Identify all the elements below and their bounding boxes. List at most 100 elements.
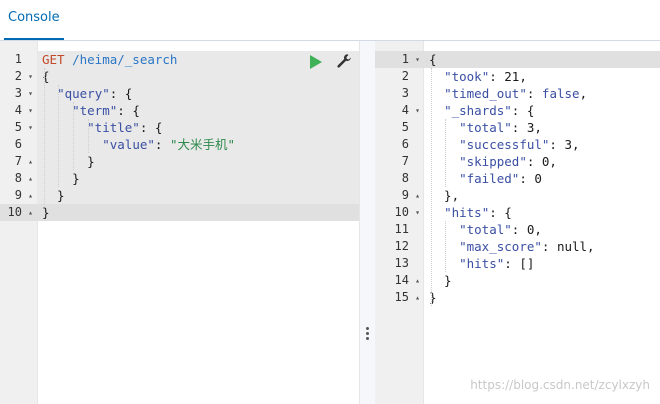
line-number: 11 xyxy=(394,222,409,236)
line-number: 15 xyxy=(394,290,409,304)
fold-toggle-icon[interactable]: ▴ xyxy=(413,187,422,204)
fold-toggle-icon[interactable]: ▴ xyxy=(26,187,35,204)
fold-toggle-icon[interactable]: ▾ xyxy=(26,85,35,102)
code-token: : 0 xyxy=(519,171,542,186)
code-token: : 3, xyxy=(511,120,542,135)
line-number: 1 xyxy=(401,52,409,66)
code-token: } xyxy=(42,171,80,186)
line-number: 6 xyxy=(401,137,409,151)
line-number: 9 xyxy=(14,188,22,202)
line-number: 3 xyxy=(14,86,22,100)
code-token: "query" xyxy=(57,86,110,101)
fold-toggle-icon[interactable]: ▾ xyxy=(26,68,35,85)
fold-toggle-icon[interactable]: ▾ xyxy=(413,51,422,68)
code-text: "query": { xyxy=(42,85,132,102)
code-token: : 0, xyxy=(511,222,542,237)
fold-toggle-icon[interactable]: ▴ xyxy=(413,289,422,306)
code-token: "term" xyxy=(72,103,118,118)
code-token: : { xyxy=(117,103,140,118)
response-code: 1 ▾{2 "took": 21, 3 "timed_out": false, 4 ▾ … xyxy=(375,51,660,306)
play-icon[interactable] xyxy=(310,55,322,69)
code-token: : xyxy=(154,137,170,152)
code-text: } xyxy=(42,204,50,221)
code-token: "_shards" xyxy=(444,103,512,118)
code-text: "skipped": 0, xyxy=(429,153,557,170)
response-viewer[interactable]: 1 ▾{2 "took": 21, 3 "timed_out": false, 4 ▾ … xyxy=(375,41,660,404)
code-text: "took": 21, xyxy=(429,68,527,85)
code-token: "大米手机" xyxy=(169,137,236,152)
line-number: 4 xyxy=(401,103,409,117)
console-header: Console xyxy=(0,0,660,41)
code-token: } xyxy=(42,154,95,169)
code-text: } xyxy=(42,170,80,187)
code-text: "successful": 3, xyxy=(429,136,580,153)
code-line: 1 ▾ { xyxy=(375,51,660,68)
line-number: 3 xyxy=(401,86,409,100)
code-line: 6 "value": "大米手机" xyxy=(0,136,359,153)
line-number: 7 xyxy=(401,154,409,168)
watermark: https://blog.csdn.net/zcylxzyh xyxy=(470,378,650,392)
tab-console[interactable]: Console xyxy=(4,0,64,40)
code-token: "value" xyxy=(102,137,155,152)
code-token: false xyxy=(541,86,580,101)
code-token: { xyxy=(429,52,437,67)
line-number: 7 xyxy=(14,154,22,168)
fold-toggle-icon[interactable]: ▴ xyxy=(26,153,35,170)
code-line: 5 ▾ "title": { xyxy=(0,119,359,136)
code-token: "max_score" xyxy=(459,239,542,254)
code-line: 4 ▾ "_shards": { xyxy=(375,102,660,119)
code-token: : 0, xyxy=(526,154,557,169)
fold-toggle-icon[interactable]: ▾ xyxy=(26,119,35,136)
indent-guide xyxy=(445,221,447,272)
code-line: 10 ▾ "hits": { xyxy=(375,204,660,221)
code-line: 3 ▾ "query": { xyxy=(0,85,359,102)
line-number: 14 xyxy=(394,273,409,287)
code-token: , xyxy=(579,86,588,101)
fold-toggle-icon[interactable]: ▾ xyxy=(26,102,35,119)
drag-handle-icon[interactable] xyxy=(366,327,370,341)
code-line: 9 ▴ }, xyxy=(375,187,660,204)
line-number: 8 xyxy=(401,171,409,185)
code-token: : [] xyxy=(504,256,535,271)
line-number: 4 xyxy=(14,103,22,117)
request-code[interactable]: 1 GET /heima/_search 2 ▾{3 ▾ "query": {4 ▾ "t… xyxy=(0,51,359,221)
code-token: "hits" xyxy=(459,256,505,271)
indent-guide xyxy=(73,102,75,170)
fold-toggle-icon[interactable]: ▴ xyxy=(413,272,422,289)
line-number: 1 xyxy=(14,52,22,66)
line-number: 9 xyxy=(401,188,409,202)
code-line: 14 ▴ } xyxy=(375,272,660,289)
code-line: 8 "failed": 0 xyxy=(375,170,660,187)
fold-toggle-icon[interactable]: ▾ xyxy=(413,204,422,221)
wrench-icon[interactable] xyxy=(336,53,352,69)
code-text: }, xyxy=(429,187,459,204)
code-line: 12 "max_score": null, xyxy=(375,238,660,255)
code-text: } xyxy=(42,153,95,170)
code-token: : 3, xyxy=(549,137,580,152)
code-text: "term": { xyxy=(42,102,140,119)
code-line: 8 ▴ } xyxy=(0,170,359,187)
code-token: : { xyxy=(109,86,133,101)
code-line: 7 "skipped": 0, xyxy=(375,153,660,170)
code-text: "timed_out": false, xyxy=(429,85,587,102)
code-line: 13 "hits": [] xyxy=(375,255,660,272)
code-token: "total" xyxy=(459,222,512,237)
code-token: "timed_out" xyxy=(444,86,527,101)
code-line: 2 ▾{ xyxy=(0,68,359,85)
code-token: "failed" xyxy=(459,171,520,186)
code-line: 11 "total": 0, xyxy=(375,221,660,238)
request-editor[interactable]: 1 GET /heima/_search 2 ▾{3 ▾ "query": {4 ▾ "t… xyxy=(0,41,359,404)
indent-guide xyxy=(58,85,60,187)
line-number: 2 xyxy=(14,69,22,83)
fold-toggle-icon[interactable]: ▴ xyxy=(26,204,35,221)
fold-toggle-icon[interactable]: ▾ xyxy=(413,102,422,119)
code-token: : { xyxy=(489,205,512,220)
code-line: 4 ▾ "term": { xyxy=(0,102,359,119)
code-token: "took" xyxy=(444,69,490,84)
code-token: : xyxy=(526,86,542,101)
fold-toggle-icon[interactable]: ▴ xyxy=(26,170,35,187)
line-number: 2 xyxy=(401,69,409,83)
indent-guide xyxy=(445,119,447,187)
code-line: 7 ▴ } xyxy=(0,153,359,170)
